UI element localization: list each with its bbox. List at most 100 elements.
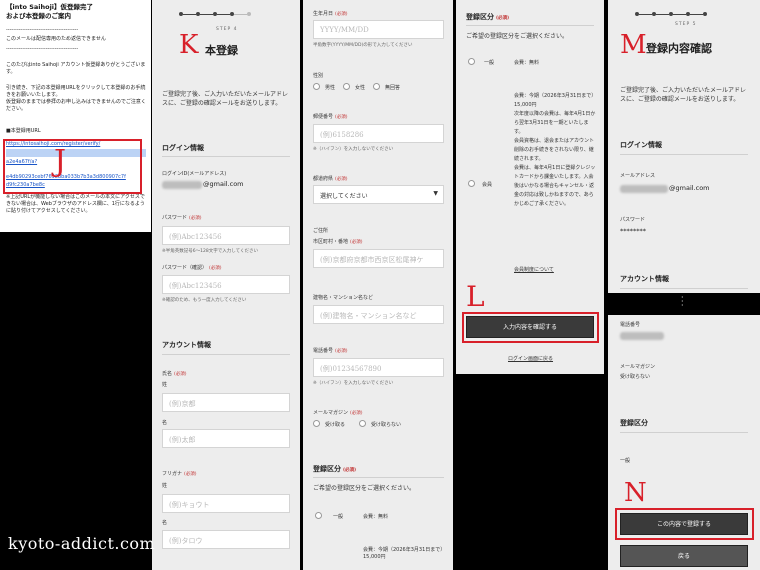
chevron-down-icon: ▼	[433, 190, 438, 197]
magazine-label: メールマガジン	[620, 364, 656, 370]
reg-intro: ご希望の登録区分をご選択ください。	[466, 33, 569, 40]
city-input[interactable]: (例)京都府京都市西京区松尾神ケ	[313, 249, 444, 268]
reg-member-fee: 会費：今期（2026年3月31日まで）15,000円	[363, 547, 446, 560]
reg-intro: ご希望の登録区分をご選択ください。	[313, 485, 416, 492]
reg-radio-member[interactable]	[468, 180, 475, 187]
email-subject: 【into Saihoji】仮登録完了 および本登録のご案内	[6, 3, 94, 20]
registration-form-panel: STEP 4 K 本登録 ご登録完了後、ご入力いただいたメールアドレスに、ご登録…	[152, 0, 300, 570]
gender-radio-female[interactable]	[343, 83, 350, 90]
step-progress	[179, 12, 251, 16]
confirmation-submit-panel: 電話番号 メールマガジン 受け取らない 登録区分 一般 N この内容で登録する …	[608, 315, 760, 570]
reg-general-fee: 会費：無料	[514, 60, 540, 66]
kana-first-label: 名	[162, 520, 168, 526]
zip-hint: ※（ハイフン）を入力しないでください	[313, 147, 394, 152]
confirmation-panel: STEP 5 M 登録内容確認 ご登録完了後、ご入力いただいたメールアドレスに、…	[608, 0, 760, 293]
login-id-value: @gmail.com	[203, 180, 244, 188]
reg-section-title: 登録区分	[620, 419, 648, 427]
intro-text: ご登録完了後、ご入力いただいたメールアドレスに、ご登録の確認メールをお送りします…	[620, 87, 747, 103]
reg-general-fee: 会費：無料	[363, 514, 389, 520]
highlight-box-j	[3, 139, 142, 194]
account-section-title: アカウント情報	[620, 275, 669, 283]
page-title: 登録内容確認	[646, 42, 712, 55]
registration-form-continued-panel: 生年月日 (必須) YYYY/MM/DD 半角数字(YYYY/MM/DD)の形で入…	[303, 0, 453, 570]
back-to-login-link[interactable]: ログイン画面に戻る	[508, 355, 553, 362]
callout-l: L	[466, 280, 485, 313]
magazine-option-label: 受け取らない	[371, 422, 402, 428]
email-value: @gmail.com	[669, 184, 710, 192]
reg-member-text: 会費：今期（2026年3月31日まで）15,000円 次年度以降の会費は、毎年4…	[514, 93, 597, 207]
callout-n: N	[624, 478, 647, 508]
phone-hint: ※（ハイフン）を入力しないでください	[313, 381, 394, 386]
back-button[interactable]: 戻る	[620, 545, 748, 567]
gender-label: 性別	[313, 73, 324, 79]
first-name-input[interactable]: (例)太郎	[162, 429, 290, 448]
login-id-label: ログインID(メールアドレス)	[162, 171, 227, 177]
email-separator: ----------------------------------------	[6, 46, 79, 52]
magazine-label: メールマガジン	[313, 410, 349, 416]
email-panel: 【into Saihoji】仮登録完了 および本登録のご案内 ---------…	[0, 0, 151, 232]
kana-first-input[interactable]: (例)タロウ	[162, 530, 290, 549]
reg-radio-general[interactable]	[315, 512, 322, 519]
account-section-title: アカウント情報	[162, 341, 211, 349]
reg-section-title: 登録区分	[466, 13, 494, 21]
reg-general-label: 一般	[333, 514, 344, 520]
callout-m: M	[620, 30, 647, 60]
site-watermark: kyoto-addict.com	[8, 534, 156, 553]
callout-j: J	[54, 144, 67, 179]
url-label: ■本登録用URL	[6, 128, 41, 134]
terms-link[interactable]: 会員制度について	[514, 266, 554, 273]
continuation-dots: · · ·	[681, 293, 684, 310]
birthday-label: 生年月日	[313, 11, 334, 17]
reg-member-label: 会員	[482, 182, 493, 188]
birthday-input[interactable]: YYYY/MM/DD	[313, 20, 444, 39]
highlight-box-l	[462, 312, 599, 343]
gender-radio-male[interactable]	[313, 83, 320, 90]
zip-label: 郵便番号	[313, 114, 334, 120]
gender-option-label: 男性	[325, 85, 336, 91]
password-label: パスワード	[162, 215, 188, 221]
first-name-label: 名	[162, 420, 168, 426]
reg-section-title: 登録区分	[313, 465, 341, 473]
phone-label: 電話番号	[313, 348, 334, 354]
kana-last-label: 姓	[162, 483, 168, 489]
password-confirm-hint: ※確認のため、もう一度入力してください	[162, 298, 247, 303]
highlight-box-n	[615, 508, 754, 540]
gender-option-label: 無回答	[385, 85, 401, 91]
email-label: メールアドレス	[620, 173, 656, 179]
magazine-radio-no[interactable]	[359, 420, 366, 427]
magazine-option-label: 受け取る	[325, 422, 346, 428]
kana-label: フリガナ	[162, 471, 183, 477]
password-confirm-input[interactable]: (例)Abc123456	[162, 275, 290, 294]
zip-input[interactable]: (例)6158286	[313, 124, 444, 143]
building-input[interactable]: (例)建物名・マンション名など	[313, 305, 444, 324]
reg-general-label: 一般	[484, 60, 495, 66]
password-input[interactable]: (例)Abc123456	[162, 226, 290, 245]
gender-option-label: 女性	[355, 85, 366, 91]
pref-select[interactable]: 選択してください ▼	[313, 185, 444, 204]
page-title: 本登録	[205, 44, 238, 57]
phone-input[interactable]: (例)01234567890	[313, 358, 444, 377]
kana-last-input[interactable]: (例)キョウト	[162, 494, 290, 513]
intro-text: ご登録完了後、ご入力いただいたメールアドレスに、ご登録の確認メールをお送りします…	[162, 91, 289, 107]
magazine-value: 受け取らない	[620, 374, 651, 380]
name-label: 氏名	[162, 371, 173, 377]
gender-radio-none[interactable]	[373, 83, 380, 90]
last-name-input[interactable]: (例)京都	[162, 393, 290, 412]
birthday-hint: 半角数字(YYYY/MM/DD)の形で入力してください	[313, 43, 413, 48]
reg-value: 一般	[620, 458, 631, 464]
registration-type-panel: 登録区分 (必須) ご希望の登録区分をご選択ください。 一般 会費：無料 会員 会…	[456, 0, 604, 374]
email-instructions: 引き続き、下記の本登録用URLをクリックして本登録のお手続きをお願いいたします。…	[6, 85, 146, 112]
email-footer: ※上記URLが機能しない場合はこのメールの本文にアクセスできない場合は、Webブ…	[6, 194, 145, 214]
last-name-label: 姓	[162, 382, 168, 388]
step-label: STEP 5	[675, 22, 697, 27]
city-label: 市区町村・番地	[313, 239, 349, 245]
login-section-title: ログイン情報	[162, 144, 204, 152]
password-confirm-label: パスワード（確認）	[162, 265, 208, 271]
magazine-radio-yes[interactable]	[313, 420, 320, 427]
login-section-title: ログイン情報	[620, 141, 662, 149]
reg-radio-general[interactable]	[468, 58, 475, 65]
step-label: STEP 4	[216, 27, 238, 32]
callout-k: K	[179, 30, 199, 60]
building-label: 建物名・マンション名など	[313, 295, 374, 301]
address-label: ご住所	[313, 228, 329, 234]
